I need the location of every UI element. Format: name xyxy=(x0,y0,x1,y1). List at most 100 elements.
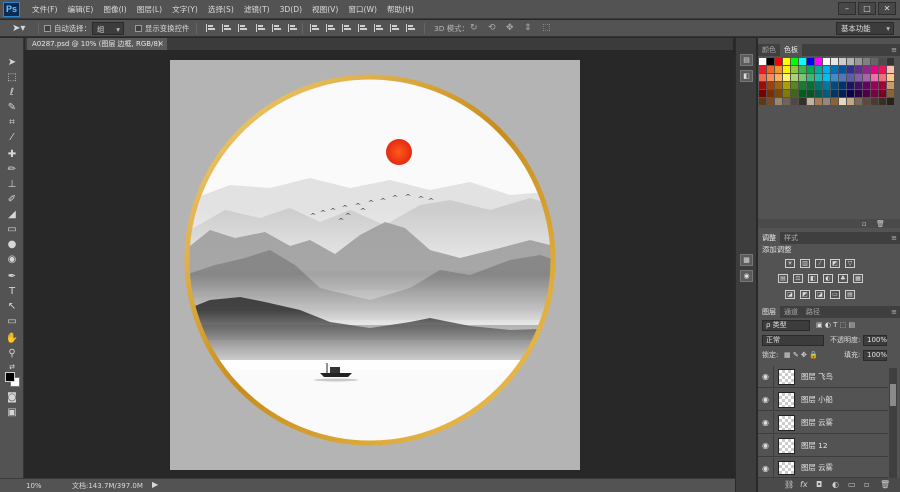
layer-row[interactable]: ◉ 图层 12 xyxy=(758,435,888,457)
color-swatch[interactable] xyxy=(767,90,774,97)
eye-icon[interactable]: ◉ xyxy=(762,441,771,450)
color-swatch[interactable] xyxy=(839,82,846,89)
show-transform-checkbox[interactable]: 显示变换控件 xyxy=(135,22,189,35)
color-swatch[interactable] xyxy=(855,74,862,81)
properties-panel-icon[interactable]: ◧ xyxy=(740,70,753,82)
curves-icon[interactable]: ⁄ xyxy=(815,259,825,268)
align-vcenter-icon[interactable] xyxy=(222,24,231,32)
layer-row[interactable]: ◉ 图层 小船 xyxy=(758,389,888,411)
color-swatch[interactable] xyxy=(887,82,894,89)
eraser-tool-icon[interactable]: ◢ xyxy=(4,208,20,222)
color-swatch[interactable] xyxy=(807,82,814,89)
align-top-icon[interactable] xyxy=(206,24,215,32)
quick-mask-icon[interactable]: ◙ xyxy=(4,391,20,405)
color-swatch[interactable] xyxy=(847,66,854,73)
color-swatch[interactable] xyxy=(815,90,822,97)
3d-roll-icon[interactable]: ⟲ xyxy=(488,22,496,35)
delete-layer-icon[interactable]: 🗑 xyxy=(880,480,890,490)
move-tool-icon[interactable]: ➤ xyxy=(4,56,20,70)
black-white-icon[interactable]: ◧ xyxy=(808,274,818,283)
canvas-area[interactable] xyxy=(25,50,733,478)
color-swatch[interactable] xyxy=(775,66,782,73)
color-swatch[interactable] xyxy=(783,74,790,81)
color-swatch[interactable] xyxy=(823,66,830,73)
color-swatch[interactable] xyxy=(839,98,846,105)
eye-icon[interactable]: ◉ xyxy=(762,372,771,381)
hue-saturation-icon[interactable]: ▤ xyxy=(778,274,788,283)
menu-image[interactable]: 图像(I) xyxy=(98,0,131,19)
vibrance-icon[interactable]: ▽ xyxy=(845,259,855,268)
color-swatch[interactable] xyxy=(807,66,814,73)
color-swatch[interactable] xyxy=(807,74,814,81)
color-swatch[interactable] xyxy=(783,98,790,105)
color-swatch[interactable] xyxy=(807,98,814,105)
hand-tool-icon[interactable]: ✋ xyxy=(4,332,20,346)
color-swatch[interactable] xyxy=(887,90,894,97)
add-mask-icon[interactable]: ◘ xyxy=(816,480,822,490)
close-button[interactable]: ✕ xyxy=(878,2,896,15)
menu-filter[interactable]: 滤镜(T) xyxy=(239,0,275,19)
maximize-button[interactable]: □ xyxy=(858,2,876,15)
color-swatch[interactable] xyxy=(847,58,854,65)
color-swatch[interactable] xyxy=(879,58,886,65)
color-swatch[interactable] xyxy=(807,90,814,97)
layer-row[interactable]: ◉ 图层 云雾 xyxy=(758,412,888,434)
color-swatch[interactable] xyxy=(807,58,814,65)
link-layers-icon[interactable]: ⛓ xyxy=(784,480,794,490)
color-swatch[interactable] xyxy=(775,74,782,81)
blend-mode-dropdown[interactable]: 正常 xyxy=(762,335,824,346)
color-swatch[interactable] xyxy=(759,66,766,73)
auto-align-icon[interactable] xyxy=(406,24,415,32)
align-hcenter-icon[interactable] xyxy=(272,24,281,32)
menu-type[interactable]: 文字(Y) xyxy=(167,0,203,19)
color-swatch[interactable] xyxy=(799,58,806,65)
color-swatch[interactable] xyxy=(823,74,830,81)
eye-icon[interactable]: ◉ xyxy=(762,464,771,473)
threshold-icon[interactable]: ◪ xyxy=(815,290,825,299)
color-swatch[interactable] xyxy=(887,58,894,65)
tab-styles[interactable]: 样式 xyxy=(780,232,802,244)
exposure-icon[interactable]: ◩ xyxy=(830,259,840,268)
color-swatch[interactable] xyxy=(783,90,790,97)
layer-filter-dropdown[interactable]: ρ 类型 xyxy=(762,320,810,331)
color-swatch[interactable] xyxy=(815,98,822,105)
tab-paths[interactable]: 路径 xyxy=(802,306,824,318)
distribute-vcenter-icon[interactable] xyxy=(326,24,335,32)
posterize-icon[interactable]: ◩ xyxy=(800,290,810,299)
distribute-top-icon[interactable] xyxy=(310,24,319,32)
color-swatch[interactable] xyxy=(831,74,838,81)
new-swatch-icon[interactable]: ▫ xyxy=(862,219,867,229)
color-swatch[interactable] xyxy=(823,82,830,89)
color-swatch[interactable] xyxy=(839,74,846,81)
document-tab[interactable]: A0287.psd @ 10% (图层 边框, RGB/8) × xyxy=(27,38,167,50)
new-layer-icon[interactable]: ▫ xyxy=(864,480,869,490)
menu-help[interactable]: 帮助(H) xyxy=(382,0,419,19)
distribute-right-icon[interactable] xyxy=(390,24,399,32)
color-swatch[interactable] xyxy=(863,90,870,97)
selective-color-icon[interactable]: ▤ xyxy=(845,290,855,299)
close-tab-icon[interactable]: × xyxy=(157,38,164,50)
color-swatch[interactable] xyxy=(863,82,870,89)
new-adjustment-icon[interactable]: ◐ xyxy=(832,480,839,490)
color-swatch[interactable] xyxy=(879,98,886,105)
color-swatch[interactable] xyxy=(831,58,838,65)
color-swatch[interactable] xyxy=(815,82,822,89)
color-swatch[interactable] xyxy=(847,98,854,105)
color-swatch[interactable] xyxy=(799,66,806,73)
color-swatch[interactable] xyxy=(791,98,798,105)
color-swatch[interactable] xyxy=(831,98,838,105)
workspace-dropdown[interactable]: 基本功能 xyxy=(836,22,894,35)
color-swatch[interactable] xyxy=(847,82,854,89)
eye-icon[interactable]: ◉ xyxy=(762,395,771,404)
minimize-button[interactable]: – xyxy=(838,2,856,15)
zoom-tool-icon[interactable]: ⚲ xyxy=(4,347,20,361)
color-swatch[interactable] xyxy=(791,74,798,81)
color-swatch[interactable] xyxy=(791,58,798,65)
layer-filter-icons[interactable]: ▣ ◐ T ⬚ ▤ xyxy=(816,320,855,331)
3d-scale-icon[interactable]: ⬚ xyxy=(542,22,551,35)
3d-slide-icon[interactable]: ⇕ xyxy=(524,22,532,35)
screen-mode-icon[interactable]: ▣ xyxy=(4,406,20,420)
quick-select-tool-icon[interactable]: ✎ xyxy=(4,101,20,115)
color-swatch[interactable] xyxy=(823,58,830,65)
layer-row[interactable]: ◉ 图层 飞鸟 xyxy=(758,366,888,388)
